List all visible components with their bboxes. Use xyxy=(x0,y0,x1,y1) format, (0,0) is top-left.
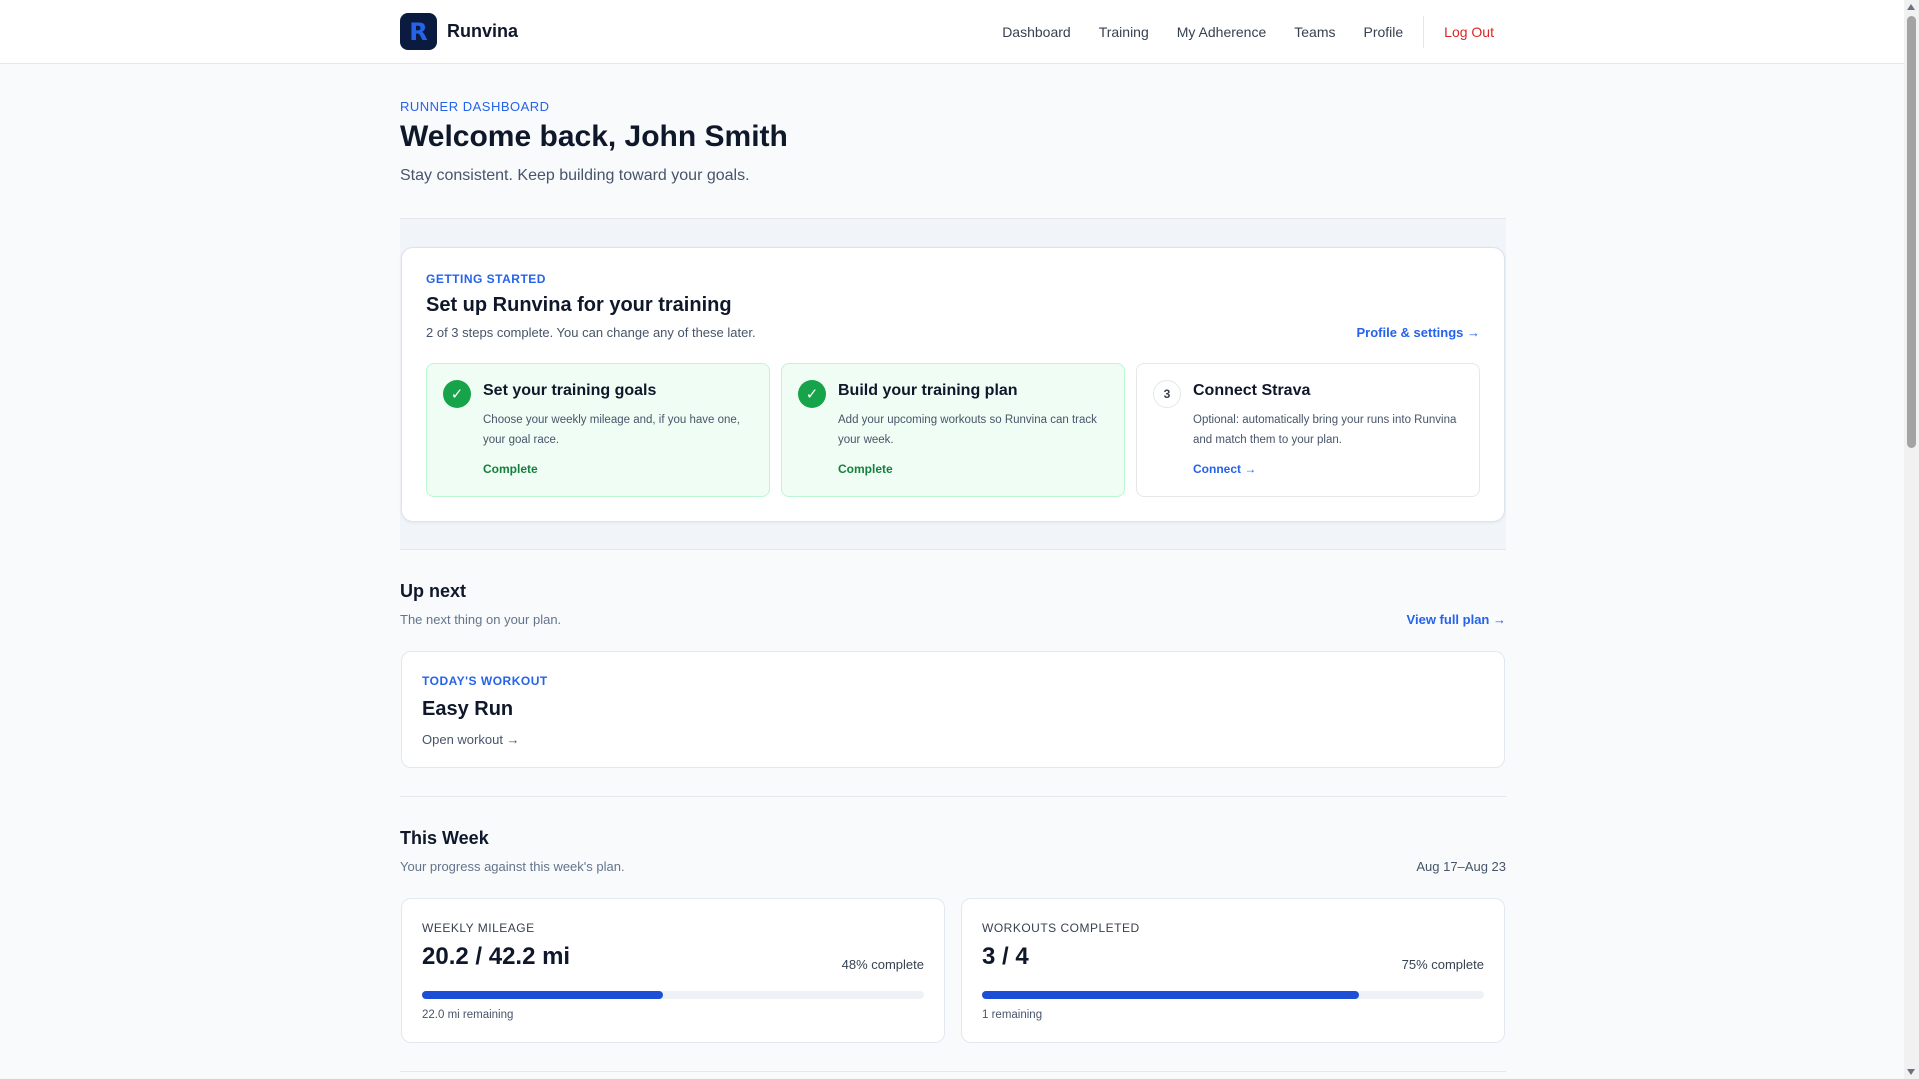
step-description: Choose your weekly mileage and, if you h… xyxy=(483,414,740,446)
this-week-subtitle: Your progress against this week's plan. xyxy=(400,859,625,874)
stat-percent: 75% complete xyxy=(1401,957,1484,972)
nav-profile[interactable]: Profile xyxy=(1363,24,1403,40)
progress-bar-fill xyxy=(982,991,1359,999)
nav-teams[interactable]: Teams xyxy=(1294,24,1335,40)
nav-training[interactable]: Training xyxy=(1099,24,1149,40)
page-eyebrow: RUNNER DASHBOARD xyxy=(400,99,550,114)
brand-name: Runvina xyxy=(447,21,519,41)
step-card-training-goals[interactable]: ✓ Set your training goals Choose your we… xyxy=(426,363,770,497)
stat-footnote: 22.0 mi remaining xyxy=(422,1009,514,1021)
workout-title: Easy Run xyxy=(422,698,514,720)
open-workout-link[interactable]: Open workout → xyxy=(422,732,520,747)
runvina-logo-icon: R xyxy=(400,13,437,50)
scroll-down-arrow-icon[interactable] xyxy=(1907,1069,1915,1075)
page-subtitle: Stay consistent. Keep building toward yo… xyxy=(400,167,750,184)
getting-started-title: Set up Runvina for your training xyxy=(426,294,732,316)
brand[interactable]: R Runvina xyxy=(400,13,518,50)
scroll-up-arrow-icon[interactable] xyxy=(1907,4,1915,10)
nav-dashboard[interactable]: Dashboard xyxy=(1002,24,1071,40)
nav-my-adherence[interactable]: My Adherence xyxy=(1177,24,1267,40)
scrollbar-thumb[interactable] xyxy=(1907,16,1916,448)
check-icon: ✓ xyxy=(443,380,471,408)
workouts-completed-card: WORKOUTS COMPLETED 3 / 4 75% complete 1 … xyxy=(961,898,1505,1043)
step-card-connect-strava: 3 Connect Strava Optional: automatically… xyxy=(1136,363,1480,497)
getting-started-eyebrow: GETTING STARTED xyxy=(426,272,546,286)
progress-bar-fill xyxy=(422,991,663,999)
progress-bar xyxy=(422,991,924,999)
nav-divider xyxy=(1423,16,1425,48)
workout-eyebrow: TODAY'S WORKOUT xyxy=(422,674,548,688)
week-date-range: Aug 17–Aug 23 xyxy=(1416,859,1506,874)
step-number-badge: 3 xyxy=(1153,380,1181,408)
check-icon: ✓ xyxy=(798,380,826,408)
up-next-title: Up next xyxy=(400,581,467,601)
page-title: Welcome back, John Smith xyxy=(400,120,788,153)
step-title: Build your training plan xyxy=(838,382,1018,399)
log-out-button[interactable]: Log Out xyxy=(1444,24,1494,40)
stat-value: 3 / 4 xyxy=(982,943,1029,970)
profile-settings-link[interactable]: Profile & settings → xyxy=(1356,325,1480,340)
step-status: Complete xyxy=(483,462,538,476)
page-scrollbar[interactable] xyxy=(1904,0,1919,1079)
this-week-title: This Week xyxy=(400,828,489,848)
stat-eyebrow: WEEKLY MILEAGE xyxy=(422,921,535,935)
todays-workout-card[interactable]: TODAY'S WORKOUT Easy Run Open workout → xyxy=(401,651,1505,768)
top-navigation-bar: R Runvina Dashboard Training My Adherenc… xyxy=(0,0,1904,64)
step-description: Optional: automatically bring your runs … xyxy=(1193,414,1457,446)
step-card-training-plan[interactable]: ✓ Build your training plan Add your upco… xyxy=(781,363,1125,497)
step-title: Set your training goals xyxy=(483,382,657,399)
step-description: Add your upcoming workouts so Runvina ca… xyxy=(838,414,1097,446)
weekly-mileage-card: WEEKLY MILEAGE 20.2 / 42.2 mi 48% comple… xyxy=(401,898,945,1043)
getting-started-card: GETTING STARTED Set up Runvina for your … xyxy=(401,247,1505,522)
view-full-plan-link[interactable]: View full plan → xyxy=(1407,612,1506,627)
main-nav: Dashboard Training My Adherence Teams Pr… xyxy=(974,0,1494,64)
section-divider xyxy=(400,1071,1506,1072)
stat-percent: 48% complete xyxy=(841,957,924,972)
stat-footnote: 1 remaining xyxy=(982,1009,1043,1021)
connect-strava-link[interactable]: Connect → xyxy=(1193,462,1256,476)
stat-value: 20.2 / 42.2 mi xyxy=(422,943,571,970)
stat-eyebrow: WORKOUTS COMPLETED xyxy=(982,921,1140,935)
step-status: Complete xyxy=(838,462,893,476)
step-title: Connect Strava xyxy=(1193,382,1311,399)
up-next-subtitle: The next thing on your plan. xyxy=(400,612,562,627)
progress-bar xyxy=(982,991,1484,999)
getting-started-subtitle: 2 of 3 steps complete. You can change an… xyxy=(426,325,756,340)
section-divider xyxy=(400,796,1506,797)
